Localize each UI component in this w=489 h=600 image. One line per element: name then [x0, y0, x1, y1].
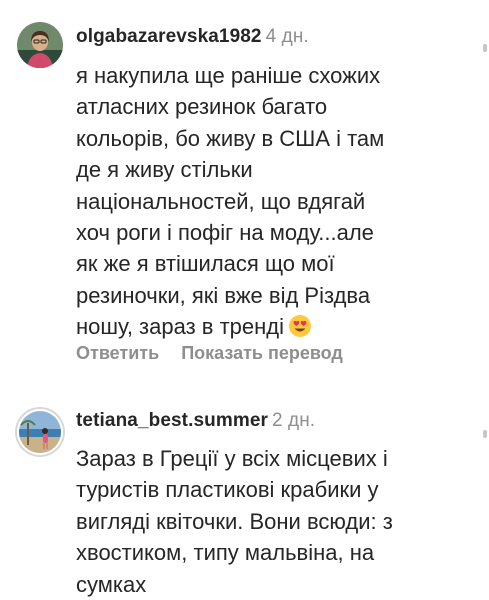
like-button-edge[interactable]	[483, 44, 487, 52]
comment-line: хвостиком, типу мальвіна, на	[76, 540, 375, 566]
comment-line: як же я втішилася що мої	[76, 251, 335, 277]
comment-username[interactable]: olgabazarevska1982 4 дн.	[76, 26, 309, 48]
comment-username[interactable]: tetiana_best.summer 2 дн.	[76, 410, 315, 432]
comment-time: 2 дн.	[271, 410, 316, 431]
comment-line: де я живу стільки	[76, 157, 253, 183]
comment-line: туристів пластикові крабики у	[76, 477, 379, 503]
comment-line: я накупила ще раніше схожих	[76, 63, 381, 88]
comment-text: я накупила ще раніше схожих атласних рез…	[76, 60, 456, 343]
comment-line: атласних резинок багато	[76, 94, 328, 120]
comment-line: сумках	[76, 571, 147, 597]
heart-eyes-emoji-icon	[289, 315, 312, 338]
comment-line: хоч роги і пофіг на моду...але	[76, 220, 374, 246]
comment-line: вигляді квіточки. Вони всюди: з	[76, 508, 393, 534]
comment-line: резиночки, які вже від Різдва	[76, 282, 371, 308]
reply-button[interactable]: Ответить	[76, 343, 159, 363]
comment-text: Зараз в Греції у всіх місцевих і туристі…	[76, 443, 456, 600]
comment-line: кольорів, бо живу в США і там	[76, 125, 385, 151]
comment-line: національностей, що вдягай	[76, 188, 366, 214]
show-translation-button[interactable]: Показать перевод	[181, 343, 343, 363]
like-button-edge[interactable]	[483, 430, 487, 438]
user-photo-icon	[19, 411, 61, 453]
comment-line: Зараз в Греції у всіх місцевих і	[76, 446, 388, 471]
comment-time: 4 дн.	[265, 26, 309, 47]
comment-line-last: ношу, зараз в тренді	[76, 311, 456, 342]
comment-actions: Ответить Показать перевод	[76, 343, 365, 364]
user-photo-icon	[17, 22, 63, 68]
avatar[interactable]	[17, 22, 63, 68]
avatar[interactable]	[15, 407, 65, 457]
